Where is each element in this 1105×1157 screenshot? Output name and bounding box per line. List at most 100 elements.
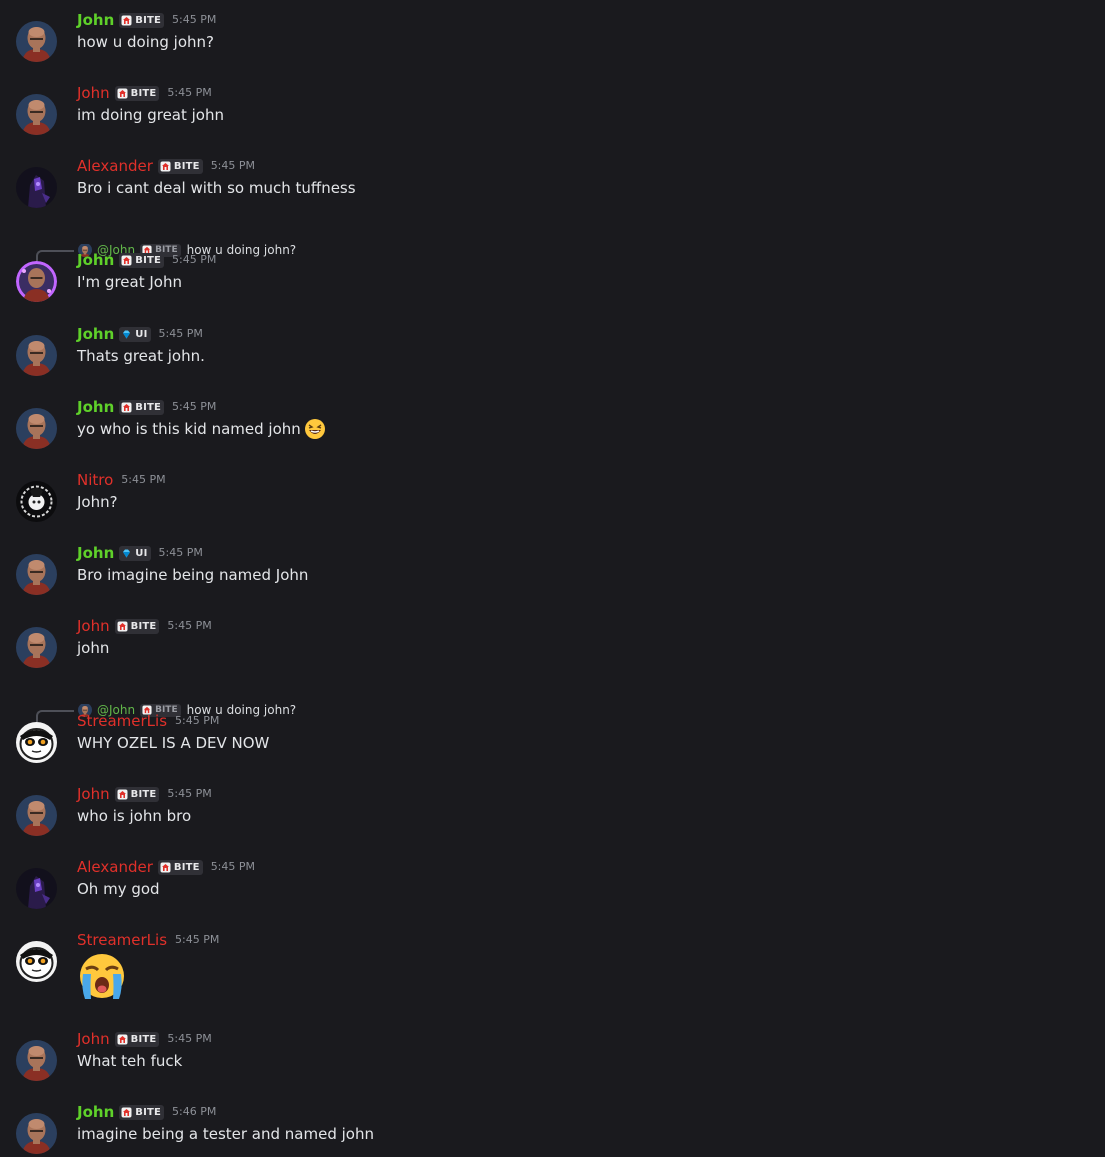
message-content: imagine being a tester and named john xyxy=(77,1123,374,1145)
message-header: John BITE 5:45 PM xyxy=(77,250,216,270)
username[interactable]: John xyxy=(77,10,114,30)
message-text: imagine being a tester and named john xyxy=(77,1125,374,1143)
message-content: how u doing john? xyxy=(77,31,214,53)
timestamp[interactable]: 5:45 PM xyxy=(211,857,255,877)
message-text: Bro i cant deal with so much tuffness xyxy=(77,179,356,197)
username[interactable]: John xyxy=(77,250,114,270)
server-tag-badge[interactable]: BITE xyxy=(114,786,160,802)
message-header: Alexander BITE 5:45 PM xyxy=(77,156,255,176)
avatar[interactable] xyxy=(16,554,57,595)
timestamp[interactable]: 5:45 PM xyxy=(167,1029,211,1049)
username[interactable]: John xyxy=(77,83,110,103)
timestamp[interactable]: 5:45 PM xyxy=(167,784,211,804)
message-content: Bro i cant deal with so much tuffness xyxy=(77,177,356,199)
username[interactable]: John xyxy=(77,784,110,804)
avatar[interactable] xyxy=(16,481,57,522)
message-content: WHY OZEL IS A DEV NOW xyxy=(77,732,269,754)
timestamp[interactable]: 5:45 PM xyxy=(175,711,219,731)
server-tag-badge[interactable]: BITE xyxy=(119,12,165,28)
message-content xyxy=(77,952,127,1002)
home-shield-icon xyxy=(117,88,128,99)
username[interactable]: Nitro xyxy=(77,470,113,490)
message-text: yo who is this kid named john xyxy=(77,420,301,438)
badge-label: BITE xyxy=(130,620,157,632)
message-header: John BITE 5:45 PM xyxy=(77,784,212,804)
avatar[interactable] xyxy=(16,94,57,135)
badge-label: BITE xyxy=(130,1033,157,1045)
laughing-face-emoji[interactable] xyxy=(304,418,326,440)
badge-label: BITE xyxy=(130,788,157,800)
avatar[interactable] xyxy=(16,261,57,302)
avatar[interactable] xyxy=(16,868,57,909)
timestamp[interactable]: 5:45 PM xyxy=(211,156,255,176)
message-text: how u doing john? xyxy=(77,33,214,51)
server-tag-badge[interactable]: BITE xyxy=(114,618,160,634)
diamond-icon xyxy=(121,548,132,559)
avatar[interactable] xyxy=(16,627,57,668)
message-text: Oh my god xyxy=(77,880,160,898)
message-header: John BITE 5:45 PM xyxy=(77,397,216,417)
timestamp[interactable]: 5:46 PM xyxy=(172,1102,216,1122)
home-shield-icon xyxy=(121,255,132,266)
server-tag-badge[interactable]: BITE xyxy=(157,158,203,174)
server-tag-badge[interactable]: BITE xyxy=(119,252,165,268)
avatar[interactable] xyxy=(16,21,57,62)
server-tag-badge[interactable]: BITE xyxy=(114,85,160,101)
avatar[interactable] xyxy=(16,941,57,982)
badge-label: UI xyxy=(135,547,148,559)
avatar[interactable] xyxy=(16,1113,57,1154)
message-header: StreamerLis 5:45 PM xyxy=(77,711,219,731)
username[interactable]: John xyxy=(77,324,114,344)
avatar[interactable] xyxy=(16,795,57,836)
avatar[interactable] xyxy=(16,167,57,208)
message-header: John BITE 5:45 PM xyxy=(77,10,216,30)
avatar[interactable] xyxy=(16,722,57,763)
badge-label: BITE xyxy=(135,1106,162,1118)
username[interactable]: Alexander xyxy=(77,857,153,877)
timestamp[interactable]: 5:45 PM xyxy=(121,470,165,490)
message-text: What teh fuck xyxy=(77,1052,183,1070)
username[interactable]: StreamerLis xyxy=(77,930,167,950)
home-shield-icon xyxy=(160,161,171,172)
server-tag-badge[interactable]: UI xyxy=(119,326,151,342)
message-header: Nitro 5:45 PM xyxy=(77,470,166,490)
server-tag-badge[interactable]: BITE xyxy=(119,399,165,415)
timestamp[interactable]: 5:45 PM xyxy=(172,10,216,30)
timestamp[interactable]: 5:45 PM xyxy=(175,930,219,950)
home-shield-icon xyxy=(121,15,132,26)
timestamp[interactable]: 5:45 PM xyxy=(159,324,203,344)
message-content: Oh my god xyxy=(77,878,160,900)
username[interactable]: John xyxy=(77,543,114,563)
server-tag-badge[interactable]: UI xyxy=(119,545,151,561)
server-tag-badge[interactable]: BITE xyxy=(119,1104,165,1120)
username[interactable]: John xyxy=(77,1102,114,1122)
timestamp[interactable]: 5:45 PM xyxy=(167,616,211,636)
server-tag-badge[interactable]: BITE xyxy=(114,1031,160,1047)
loudly-crying-face-emoji[interactable] xyxy=(77,952,127,1002)
message-header: John UI 5:45 PM xyxy=(77,324,203,344)
badge-label: BITE xyxy=(135,254,162,266)
message-text: Bro imagine being named John xyxy=(77,566,309,584)
username[interactable]: John xyxy=(77,1029,110,1049)
server-tag-badge[interactable]: BITE xyxy=(157,859,203,875)
message-text: John? xyxy=(77,493,118,511)
timestamp[interactable]: 5:45 PM xyxy=(172,250,216,270)
timestamp[interactable]: 5:45 PM xyxy=(172,397,216,417)
message-content: I'm great John xyxy=(77,271,182,293)
timestamp[interactable]: 5:45 PM xyxy=(159,543,203,563)
avatar[interactable] xyxy=(16,335,57,376)
username[interactable]: John xyxy=(77,616,110,636)
username[interactable]: Alexander xyxy=(77,156,153,176)
message-text: who is john bro xyxy=(77,807,192,825)
message-header: John BITE 5:45 PM xyxy=(77,1029,212,1049)
message-content: Bro imagine being named John xyxy=(77,564,308,586)
diamond-icon xyxy=(121,329,132,340)
message-content: John? xyxy=(77,491,118,513)
avatar[interactable] xyxy=(16,408,57,449)
message-header: John BITE 5:45 PM xyxy=(77,616,212,636)
message-text: Thats great john. xyxy=(77,347,205,365)
username[interactable]: John xyxy=(77,397,114,417)
timestamp[interactable]: 5:45 PM xyxy=(167,83,211,103)
username[interactable]: StreamerLis xyxy=(77,711,167,731)
avatar[interactable] xyxy=(16,1040,57,1081)
